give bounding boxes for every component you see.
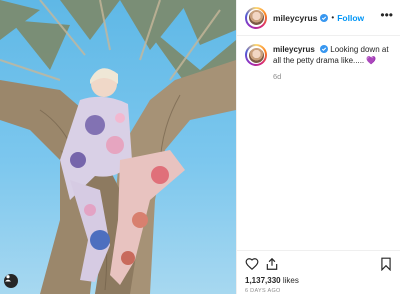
heart-icon[interactable] [245,257,259,271]
tree-scene-illustration [0,0,236,294]
separator-dot: • [331,13,335,22]
bookmark-icon[interactable] [379,257,393,271]
share-icon[interactable] [265,257,279,271]
post-actions: 1,137,330 likes 6 DAYS AGO [237,250,400,294]
caption-text-block: mileycyrus Looking down at all the petty… [273,44,391,66]
user-tag-icon[interactable] [4,274,18,288]
purple-heart-emoji: 💜 [366,56,377,65]
follow-button[interactable]: Follow [337,13,364,23]
likes-count[interactable]: 1,137,330 likes [245,276,299,285]
header-username[interactable]: mileycyrus [273,13,317,23]
caption: mileycyrus Looking down at all the petty… [245,44,395,66]
avatar[interactable] [245,6,267,29]
post-header: mileycyrus • Follow ••• [237,0,400,36]
post-date[interactable]: 6 DAYS AGO [245,288,281,294]
caption-verified-badge-icon [320,45,329,53]
verified-badge-icon [320,13,329,22]
caption-username[interactable]: mileycyrus [273,45,315,54]
caption-avatar[interactable] [245,44,267,66]
more-options-icon[interactable]: ••• [380,9,393,21]
post-side-panel: mileycyrus • Follow ••• mileycyrus Looki… [236,0,400,294]
caption-timestamp[interactable]: 6d [273,72,281,81]
post-photo[interactable] [0,0,236,294]
